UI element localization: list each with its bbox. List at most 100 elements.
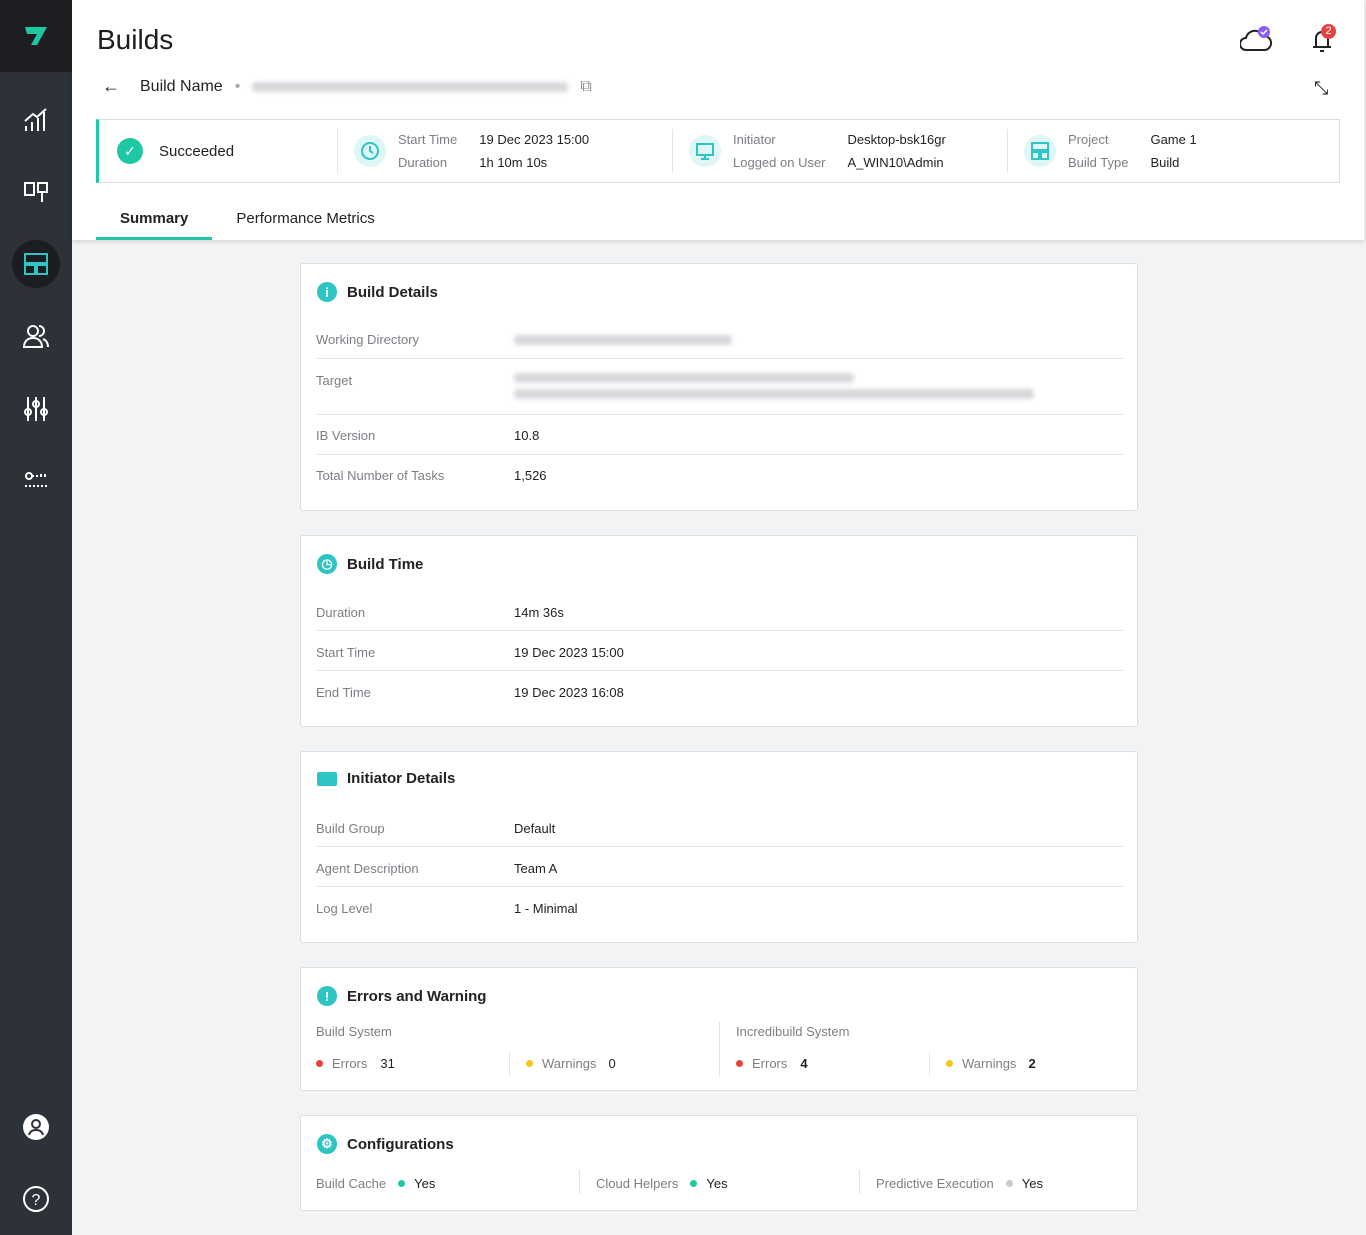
svg-text:?: ? — [32, 1192, 41, 1209]
gear-icon: ⚙ — [317, 1134, 337, 1154]
row-label: Log Level — [316, 901, 373, 916]
help-button[interactable]: ? — [12, 1175, 60, 1223]
row-value: 19 Dec 2023 16:08 — [514, 685, 624, 700]
build-system-label: Build System — [316, 1024, 392, 1039]
tabs: Summary Performance Metrics — [96, 204, 399, 240]
incredibuild-system-label: Incredibuild System — [736, 1024, 850, 1039]
user-label: Logged on User — [733, 155, 826, 170]
alert-icon: ! — [317, 986, 337, 1006]
row-label: Build Group — [316, 821, 385, 836]
errors-count: 31 — [380, 1056, 395, 1071]
card-title: Build Time — [347, 555, 424, 573]
row-label: Start Time — [316, 645, 376, 660]
status-result: ✓ Succeeded — [99, 120, 337, 182]
card-title: Build Details — [347, 283, 438, 301]
logo[interactable] — [0, 0, 72, 72]
sidebar: ? — [0, 0, 72, 1235]
card-title: Initiator Details — [347, 770, 456, 787]
agents-icon — [24, 182, 48, 202]
warnings-label: Warnings — [542, 1056, 597, 1071]
monitor-icon — [689, 135, 721, 167]
card-title: Errors and Warning — [347, 987, 487, 1005]
config-predictive-execution: Predictive Execution Yes — [876, 1176, 1043, 1191]
row-label: IB Version — [316, 428, 376, 443]
back-button[interactable]: ← — [102, 76, 120, 97]
duration-value: 1h 10m 10s — [479, 155, 548, 170]
errors-label: Errors — [332, 1056, 368, 1071]
builds-icon — [24, 253, 48, 275]
start-time-label: Start Time — [398, 132, 458, 147]
clock-icon: ◷ — [317, 554, 337, 574]
info-icon: i — [317, 282, 337, 302]
build-type-value: Build — [1150, 155, 1180, 170]
build-type-label: Build Type — [1068, 155, 1129, 170]
check-icon: ✓ — [117, 138, 143, 164]
errors-label: Errors — [752, 1056, 788, 1071]
tab-performance-metrics[interactable]: Performance Metrics — [212, 204, 398, 240]
users-icon — [23, 325, 49, 348]
project-label: Project — [1068, 132, 1109, 147]
row-value: 10.8 — [514, 428, 540, 443]
monitor-icon — [317, 771, 337, 786]
project-icon — [1024, 135, 1056, 167]
row-label: Agent Description — [316, 861, 419, 876]
row-value: Default — [514, 821, 556, 836]
user-icon — [23, 1114, 49, 1140]
separator-dot: • — [234, 77, 241, 95]
notifications-button[interactable]: 2 — [1308, 24, 1338, 59]
build-name-label: Build Name — [140, 77, 223, 95]
sidebar-item-analytics[interactable] — [12, 96, 60, 144]
row-label: End Time — [316, 685, 371, 700]
sidebar-item-users[interactable] — [12, 312, 60, 360]
warnings-label: Warnings — [962, 1056, 1017, 1071]
build-details-card: i Build Details Working Directory Target … — [300, 263, 1138, 511]
clock-icon — [354, 135, 386, 167]
row-value: 14m 36s — [514, 605, 564, 620]
config-build-cache: Build Cache Yes — [316, 1176, 436, 1191]
initiator-details-card: Initiator Details Build Group Default Age… — [300, 751, 1138, 943]
initiator-label: Initiator — [733, 132, 776, 147]
duration-label: Duration — [398, 155, 448, 170]
chart-icon — [24, 108, 47, 131]
copy-button[interactable]: ⧉ — [580, 78, 591, 96]
build-name-blurred — [252, 81, 569, 92]
working-directory-blurred — [514, 335, 732, 345]
build-time-card: ◷ Build Time Duration 14m 36s Start Time 19… — [300, 535, 1138, 727]
cloud-status-button[interactable] — [1239, 26, 1274, 59]
row-value: 19 Dec 2023 15:00 — [514, 645, 624, 660]
key-icon — [25, 472, 47, 487]
notification-badge: 2 — [1321, 24, 1336, 39]
card-title: Configurations — [347, 1135, 454, 1153]
warnings-count: 2 — [1028, 1056, 1036, 1071]
sidebar-item-keys[interactable] — [12, 456, 60, 504]
row-value: 1,526 — [514, 468, 547, 483]
sidebar-item-builds[interactable] — [12, 240, 60, 288]
row-label: Duration — [316, 605, 366, 620]
status-text: Succeeded — [159, 142, 235, 160]
sidebar-item-agents[interactable] — [12, 168, 60, 216]
sliders-icon — [24, 397, 48, 421]
header: Builds 2 ⤡ ← Build Name • ⧉ ✓ Succeeded … — [72, 0, 1364, 240]
errors-count: 4 — [800, 1056, 808, 1071]
row-label: Total Number of Tasks — [316, 468, 445, 483]
cloud-icon — [1239, 26, 1273, 51]
errors-card: ! Errors and Warning Build System Errors 3… — [300, 967, 1138, 1091]
row-value: 1 - Minimal — [514, 901, 578, 916]
sidebar-item-settings[interactable] — [12, 384, 60, 432]
initiator-value: Desktop-bsk16gr — [847, 132, 946, 147]
status-bar: ✓ Succeeded Start Time 19 Dec 2023 15:00 D… — [96, 119, 1340, 183]
start-time-value: 19 Dec 2023 15:00 — [479, 132, 590, 147]
project-value: Game 1 — [1150, 132, 1197, 147]
tab-summary[interactable]: Summary — [96, 204, 213, 240]
profile-button[interactable] — [12, 1103, 60, 1151]
configurations-card: ⚙ Configurations Build Cache Yes Cloud Hel… — [300, 1115, 1138, 1211]
page-title: Builds — [97, 24, 174, 55]
collapse-button[interactable]: ⤡ — [1314, 78, 1328, 99]
breadcrumb: ← Build Name • ⧉ — [102, 76, 592, 97]
row-value: Team A — [514, 861, 558, 876]
user-value: A_WIN10\Admin — [847, 155, 944, 170]
warnings-count: 0 — [608, 1056, 616, 1071]
row-label: Working Directory — [316, 332, 420, 347]
config-cloud-helpers: Cloud Helpers Yes — [596, 1176, 728, 1191]
row-label: Target — [316, 373, 353, 388]
